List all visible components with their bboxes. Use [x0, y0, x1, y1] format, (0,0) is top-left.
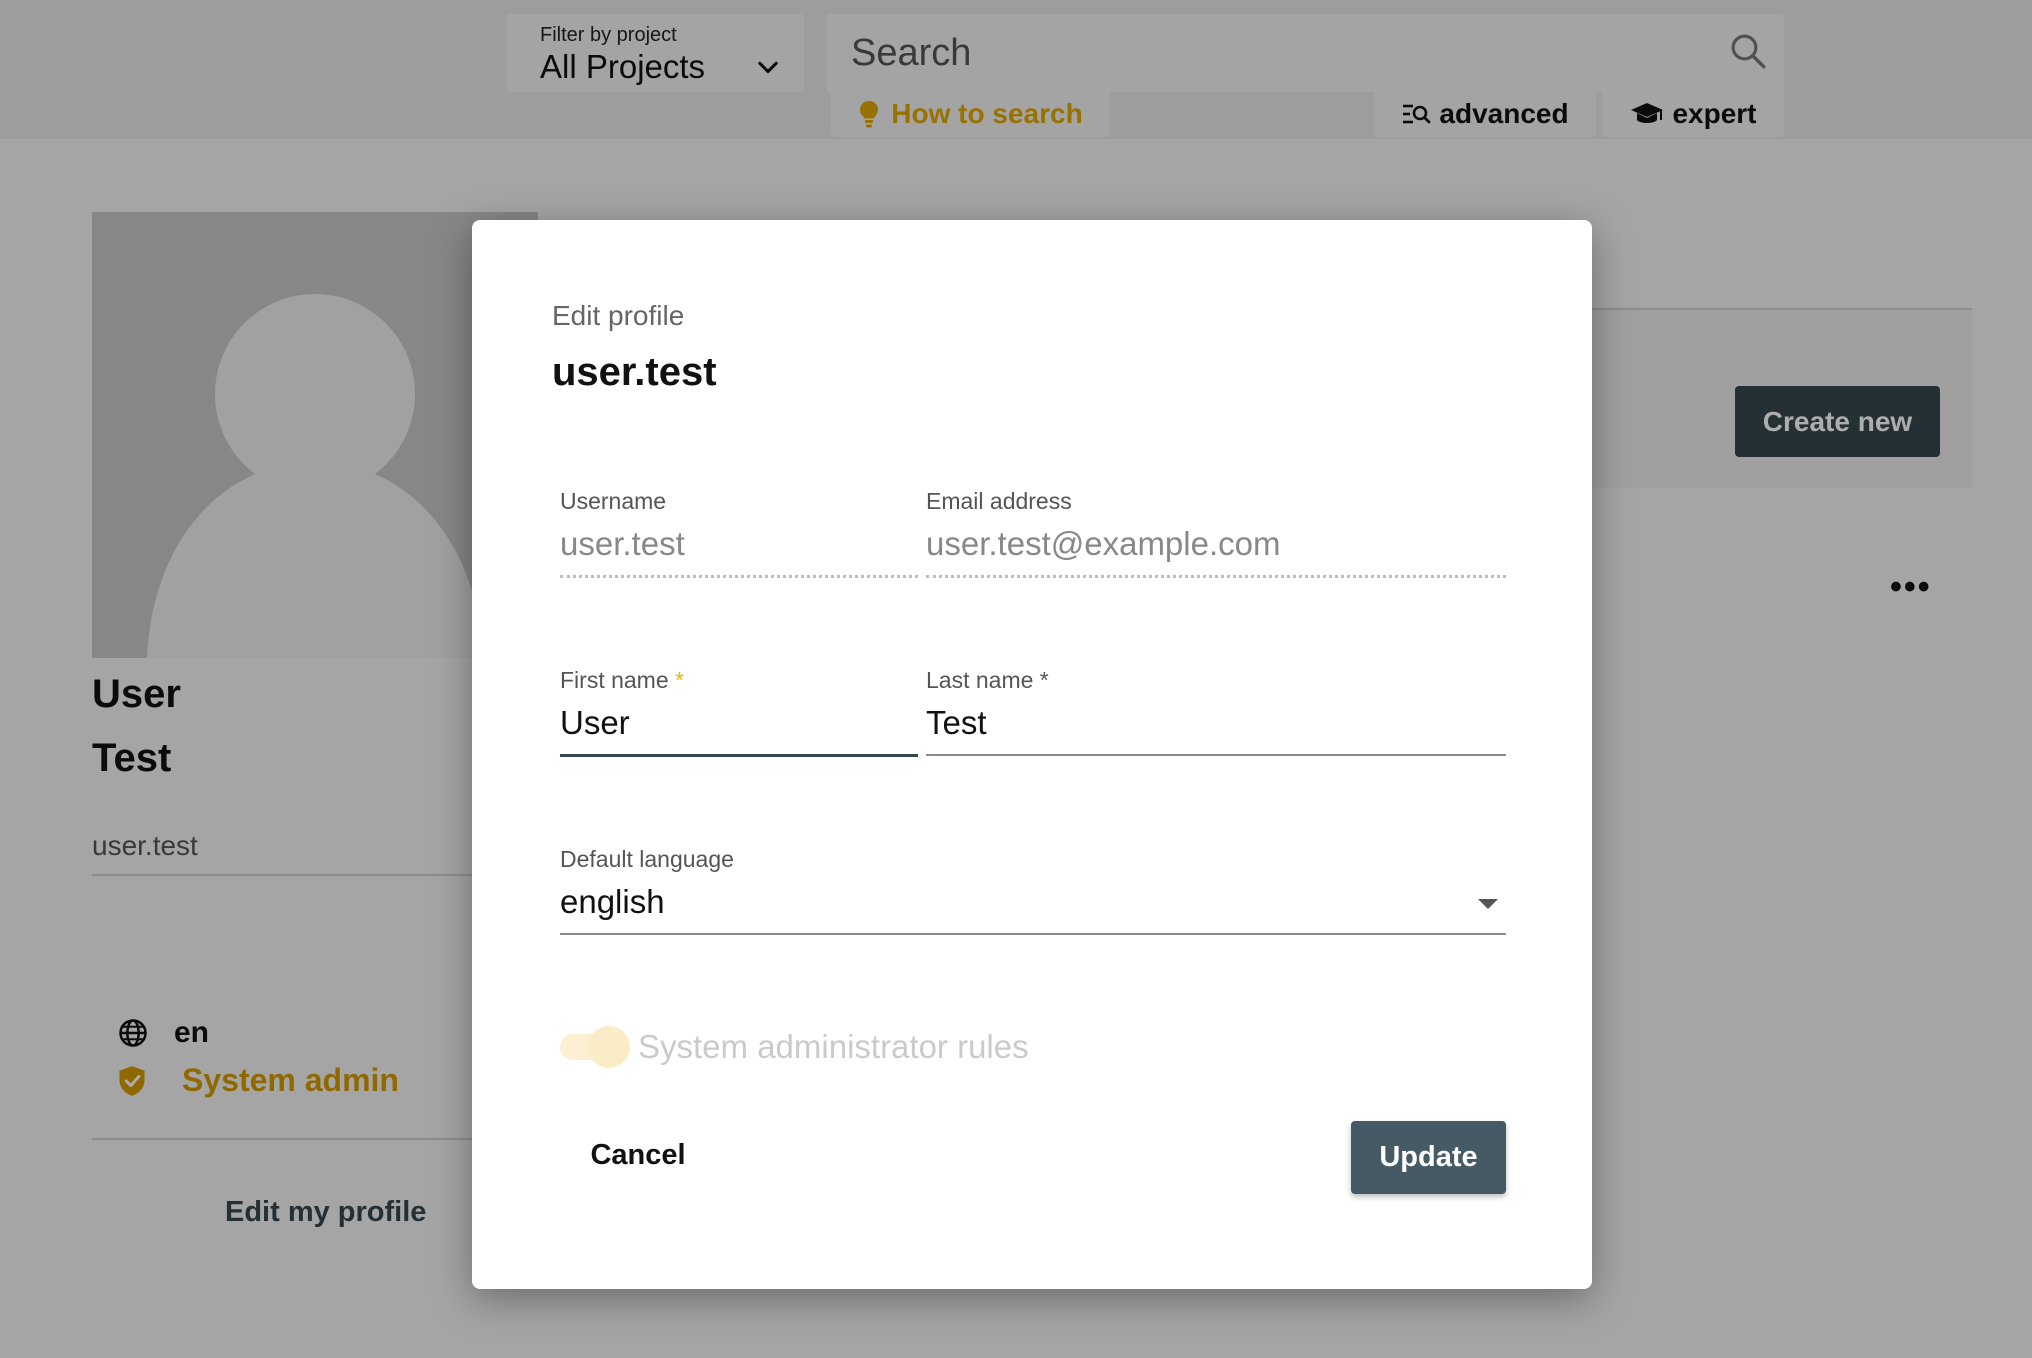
- default-language-value: english: [560, 883, 665, 920]
- last-name-field[interactable]: Last name *: [926, 667, 1506, 756]
- last-name-label: Last name *: [926, 667, 1506, 694]
- email-input: [926, 515, 1506, 578]
- required-mark: *: [675, 667, 684, 693]
- username-label: Username: [560, 488, 667, 514]
- dialog-kicker: Edit profile: [552, 300, 685, 331]
- first-name-input[interactable]: [560, 694, 918, 757]
- dialog-title: user.test: [552, 350, 717, 394]
- first-name-field[interactable]: First name *: [560, 667, 918, 757]
- cancel-button[interactable]: Cancel: [568, 1120, 708, 1190]
- required-mark: *: [1039, 667, 1049, 693]
- username-field: Username: [560, 488, 918, 578]
- default-language-select[interactable]: english: [560, 873, 1506, 935]
- default-language-field[interactable]: Default language english: [560, 846, 1506, 935]
- sysadmin-toggle: [560, 1026, 630, 1068]
- email-label: Email address: [926, 488, 1072, 514]
- sysadmin-toggle-row: System administrator rules: [560, 1026, 1029, 1068]
- first-name-label: First name *: [560, 667, 918, 694]
- sysadmin-toggle-label: System administrator rules: [638, 1028, 1029, 1065]
- email-field: Email address: [926, 488, 1506, 578]
- sysadmin-toggle-thumb: [588, 1026, 630, 1068]
- last-name-input[interactable]: [926, 694, 1506, 756]
- edit-profile-dialog: Edit profile user.test Username Email ad…: [472, 220, 1592, 1289]
- caret-down-icon[interactable]: [1478, 899, 1498, 909]
- last-name-label-text: Last name: [926, 667, 1034, 693]
- update-button[interactable]: Update: [1351, 1121, 1506, 1194]
- first-name-label-text: First name: [560, 667, 669, 693]
- default-language-label: Default language: [560, 846, 734, 872]
- username-input: [560, 515, 918, 578]
